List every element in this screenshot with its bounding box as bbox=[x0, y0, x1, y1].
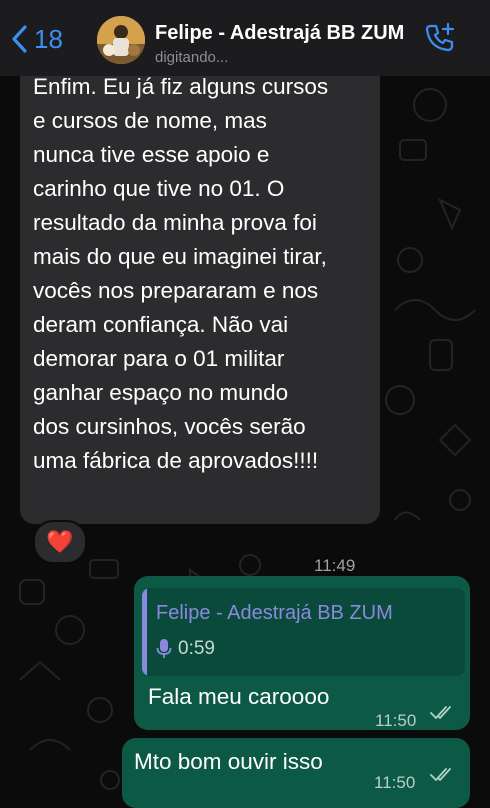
audio-duration: 0:59 bbox=[178, 638, 215, 659]
read-ticks-icon bbox=[430, 768, 451, 781]
heart-icon: ❤️ bbox=[46, 529, 74, 554]
heart-reaction[interactable]: ❤️ bbox=[33, 520, 87, 564]
unread-count: 18 bbox=[34, 24, 63, 54]
back-button[interactable]: 18 bbox=[10, 24, 63, 54]
quote-accent-bar bbox=[142, 588, 147, 676]
message-text: Mto bom ouvir isso bbox=[134, 749, 323, 774]
chevron-left-icon bbox=[12, 25, 27, 53]
outgoing-message-bubble[interactable]: Mto bom ouvir isso 11:50 bbox=[122, 738, 470, 808]
message-text: Fala meu caroooo bbox=[148, 684, 330, 709]
incoming-message-bubble[interactable]: Enfim. Eu já fiz alguns cursos e cursos … bbox=[20, 56, 380, 575]
read-ticks-icon bbox=[430, 706, 451, 719]
message-time: 11:50 bbox=[375, 711, 417, 730]
avatar[interactable] bbox=[97, 16, 145, 64]
message-time: 11:50 bbox=[374, 773, 416, 792]
contact-name[interactable]: Felipe - Adestrajá BB ZUM bbox=[155, 22, 404, 45]
typing-status: digitando... bbox=[155, 49, 229, 66]
add-call-button[interactable] bbox=[424, 22, 456, 59]
quoted-message[interactable]: Felipe - Adestrajá BB ZUM 0:59 bbox=[142, 588, 465, 676]
chat-header: 18 Felipe - Adestrajá BB ZUM digitando..… bbox=[0, 0, 490, 76]
quote-audio: 0:59 bbox=[156, 632, 215, 666]
quote-author: Felipe - Adestrajá BB ZUM bbox=[156, 602, 393, 624]
message-text: Enfim. Eu já fiz alguns cursos e cursos … bbox=[33, 74, 329, 473]
microphone-icon bbox=[156, 639, 172, 658]
phone-plus-icon bbox=[425, 22, 455, 52]
outgoing-message-bubble[interactable]: Felipe - Adestrajá BB ZUM 0:59 Fala meu … bbox=[134, 576, 470, 730]
